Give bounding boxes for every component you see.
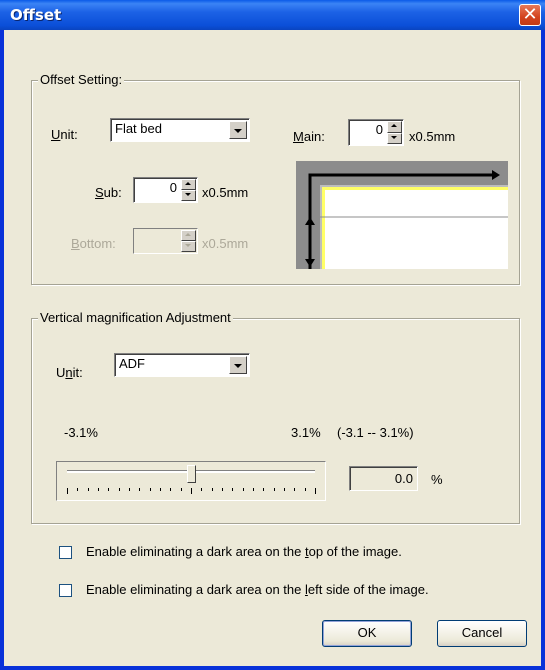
- spin-down-icon[interactable]: [181, 190, 196, 201]
- eliminate-top-label[interactable]: Enable eliminating a dark area on the to…: [86, 544, 402, 559]
- main-offset-value: 0: [375, 122, 383, 137]
- bottom-spin-buttons[interactable]: [181, 230, 196, 252]
- slider-tick: [180, 488, 182, 491]
- bottom-offset-spinner[interactable]: [133, 228, 198, 254]
- cancel-button[interactable]: Cancel: [437, 620, 527, 647]
- sub-unit-label: x0.5mm: [202, 185, 249, 200]
- slider-ticks: [67, 488, 316, 494]
- slider-tick: [232, 488, 234, 491]
- slider-tick: [170, 488, 172, 491]
- spin-up-icon[interactable]: [181, 230, 196, 241]
- sub-offset-spinner[interactable]: 0: [133, 177, 198, 203]
- main-offset-spinner[interactable]: 0: [348, 119, 404, 146]
- offset-preview-image: [296, 161, 508, 269]
- slider-tick: [222, 488, 223, 491]
- slider-tick: [98, 488, 99, 491]
- chevron-down-icon[interactable]: [229, 121, 247, 139]
- offset-setting-legend: Offset Setting:: [38, 72, 125, 87]
- spin-up-icon[interactable]: [387, 121, 402, 133]
- vmag-unit-select[interactable]: ADF: [114, 353, 250, 377]
- slider-tick: [87, 488, 89, 491]
- slider-tick: [315, 488, 316, 494]
- offset-unit-value: Flat bed: [115, 121, 162, 136]
- vertical-magnification-legend: Vertical magnification Adjustment: [38, 310, 233, 325]
- slider-tick: [201, 488, 203, 491]
- slider-tick: [211, 488, 213, 491]
- slider-tick: [253, 488, 254, 491]
- vmag-range-label: (-3.1 -- 3.1%): [337, 425, 414, 440]
- offset-dialog: Offset ✕ Offset Setting: Unit: Flat bed …: [0, 0, 545, 670]
- slider-tick: [108, 488, 110, 491]
- vmag-value-field: 0.0: [349, 466, 418, 491]
- title-bar[interactable]: Offset ✕: [0, 0, 545, 30]
- slider-tick: [160, 488, 161, 491]
- spin-down-icon[interactable]: [181, 241, 196, 252]
- slider-tick: [139, 488, 141, 491]
- eliminate-left-checkbox[interactable]: [59, 584, 72, 597]
- vmag-value: 0.0: [394, 471, 413, 486]
- vmag-min-label: -3.1%: [64, 425, 98, 440]
- slider-tick: [284, 488, 285, 491]
- offset-unit-label: Unit:: [51, 127, 78, 142]
- vmag-unit-value: ADF: [119, 356, 145, 371]
- sub-label: Sub:: [95, 185, 122, 200]
- slider-thumb[interactable]: [187, 465, 196, 483]
- chevron-down-icon[interactable]: [229, 356, 247, 374]
- close-button[interactable]: ✕: [519, 4, 541, 26]
- eliminate-top-checkbox[interactable]: [59, 546, 72, 559]
- bottom-label: Bottom:: [71, 236, 116, 251]
- vmag-slider[interactable]: [56, 461, 326, 501]
- slider-tick: [294, 488, 296, 491]
- vmag-unit-label: Unit:: [56, 365, 83, 380]
- main-unit-label: x0.5mm: [409, 129, 456, 144]
- sub-spin-buttons[interactable]: [181, 179, 196, 201]
- ok-button[interactable]: OK: [322, 620, 412, 647]
- spin-down-icon[interactable]: [387, 132, 402, 144]
- main-label: Main:: [293, 129, 325, 144]
- offset-unit-select[interactable]: Flat bed: [110, 118, 250, 142]
- sub-offset-value: 0: [169, 180, 177, 195]
- window-title: Offset: [10, 6, 62, 24]
- bottom-unit-label: x0.5mm: [202, 236, 249, 251]
- slider-tick: [263, 488, 265, 491]
- slider-tick: [118, 488, 120, 491]
- vmag-max-label: 3.1%: [291, 425, 321, 440]
- main-spin-buttons[interactable]: [387, 121, 402, 144]
- slider-tick: [129, 488, 130, 491]
- spin-up-icon[interactable]: [181, 179, 196, 190]
- slider-tick: [149, 488, 151, 491]
- slider-tick: [242, 488, 244, 491]
- slider-tick: [273, 488, 275, 491]
- slider-tick: [67, 488, 68, 494]
- eliminate-left-label[interactable]: Enable eliminating a dark area on the le…: [86, 582, 429, 597]
- slider-tick: [304, 488, 306, 491]
- slider-tick: [191, 488, 192, 494]
- slider-tick: [77, 488, 79, 491]
- vmag-value-unit: %: [431, 472, 443, 487]
